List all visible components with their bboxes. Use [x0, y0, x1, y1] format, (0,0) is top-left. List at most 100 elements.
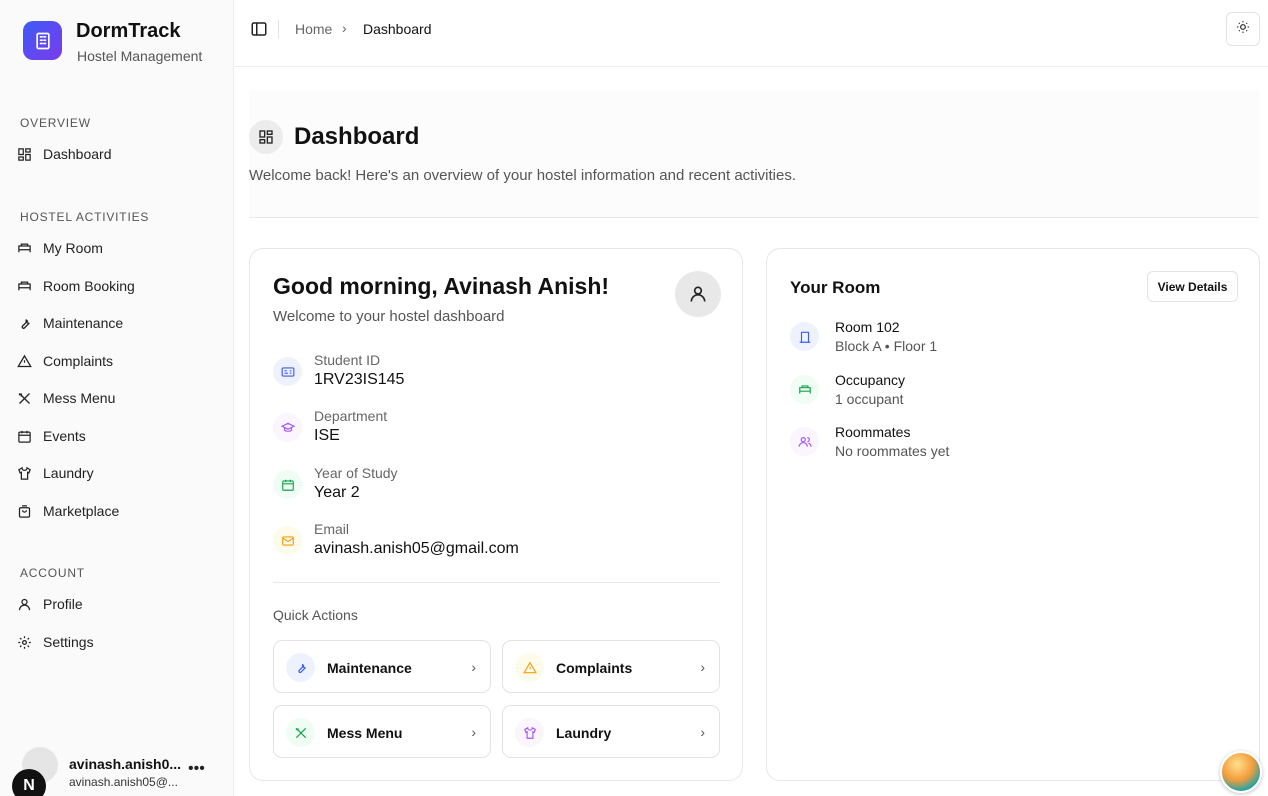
wrench-icon [16, 315, 32, 331]
building-icon [23, 21, 62, 60]
calendar-icon [16, 428, 32, 444]
quick-action-maintenance[interactable]: Maintenance › [273, 640, 491, 693]
sidebar-item-settings[interactable]: Settings [16, 627, 220, 657]
info-label: Department [314, 408, 388, 424]
nextjs-badge[interactable]: N [12, 769, 46, 796]
wrench-icon [286, 653, 315, 682]
info-label: Email [314, 521, 350, 537]
room-info-roommates: Roommates No roommates yet [790, 424, 1230, 464]
section-label-account: ACCOUNT [20, 566, 85, 580]
brand-title: DormTrack [76, 20, 181, 42]
bed-icon [16, 240, 32, 256]
utensils-icon [286, 718, 315, 747]
sidebar: DormTrack Hostel Management OVERVIEW Das… [0, 0, 234, 796]
quick-action-mess-menu[interactable]: Mess Menu › [273, 705, 491, 758]
sidebar-item-maintenance[interactable]: Maintenance [16, 308, 220, 338]
chevron-right-icon: › [471, 659, 476, 675]
sidebar-item-label: Laundry [43, 465, 94, 481]
room-info-occupancy: Occupancy 1 occupant [790, 372, 1230, 412]
user-name: avinash.anish0... [69, 756, 182, 772]
page-header: Dashboard Welcome back! Here's an overvi… [249, 90, 1259, 218]
shirt-icon [515, 718, 544, 747]
info-value: avinash.anish05@gmail.com [314, 540, 519, 557]
breadcrumb-home[interactable]: Home [295, 21, 332, 37]
info-label: Year of Study [314, 465, 398, 481]
dashboard-icon [16, 146, 32, 162]
sidebar-item-label: Profile [43, 596, 83, 612]
sidebar-item-laundry[interactable]: Laundry [16, 458, 220, 488]
user-menu[interactable]: N avinash.anish0... avinash.anish05@... … [0, 736, 234, 796]
theme-toggle-button[interactable] [1226, 12, 1260, 46]
info-value: Year 2 [314, 484, 360, 501]
warning-icon [515, 653, 544, 682]
user-avatar-icon [675, 271, 721, 317]
floating-assistant-button[interactable] [1220, 751, 1262, 793]
sidebar-item-label: Maintenance [43, 315, 124, 331]
quick-action-laundry[interactable]: Laundry › [502, 705, 720, 758]
info-department: Department ISE [273, 408, 713, 448]
room-number: Room 102 [835, 319, 900, 335]
sidebar-item-label: Settings [43, 634, 94, 650]
view-details-button[interactable]: View Details [1147, 271, 1238, 302]
page-subtitle: Welcome back! Here's an overview of your… [249, 167, 797, 184]
id-card-icon [273, 357, 302, 386]
mail-icon [273, 526, 302, 555]
graduation-cap-icon [273, 413, 302, 442]
chevron-right-icon: › [342, 20, 347, 36]
occupancy-label: Occupancy [835, 372, 906, 388]
sidebar-toggle-icon[interactable] [250, 20, 268, 38]
calendar-icon [273, 470, 302, 499]
gear-icon [16, 634, 32, 650]
sidebar-item-room-booking[interactable]: Room Booking [16, 271, 220, 301]
info-year-of-study: Year of Study Year 2 [273, 465, 713, 505]
occupancy-value: 1 occupant [835, 391, 904, 407]
roommates-label: Roommates [835, 424, 911, 440]
room-location: Block A • Floor 1 [835, 338, 938, 354]
shirt-icon [16, 465, 32, 481]
users-icon [790, 427, 819, 456]
info-value: 1RV23IS145 [314, 371, 405, 388]
chevron-right-icon: › [471, 724, 476, 740]
quick-action-label: Mess Menu [327, 725, 403, 741]
sidebar-item-label: Marketplace [43, 503, 120, 519]
bed-icon [790, 375, 819, 404]
brand[interactable]: DormTrack Hostel Management [0, 0, 234, 88]
sidebar-item-my-room[interactable]: My Room [16, 233, 220, 263]
chevron-right-icon: › [700, 724, 705, 740]
divider [278, 20, 279, 38]
quick-action-label: Maintenance [327, 660, 412, 676]
sidebar-item-marketplace[interactable]: Marketplace [16, 496, 220, 526]
sidebar-item-events[interactable]: Events [16, 421, 220, 451]
sun-icon [1236, 20, 1250, 39]
quick-action-label: Laundry [556, 725, 612, 741]
sidebar-item-label: My Room [43, 240, 103, 256]
chevron-right-icon: › [700, 659, 705, 675]
quick-actions-label: Quick Actions [273, 607, 358, 623]
topbar: Home › Dashboard [234, 0, 1268, 67]
room-card: Your Room View Details Room 102 Block A … [766, 248, 1260, 781]
welcome-card: Good morning, Avinash Anish! Welcome to … [249, 248, 743, 781]
sidebar-item-label: Room Booking [43, 278, 135, 294]
warning-icon [16, 353, 32, 369]
quick-action-label: Complaints [556, 660, 633, 676]
greeting: Good morning, Avinash Anish! [273, 273, 610, 299]
user-icon [16, 596, 32, 612]
user-email: avinash.anish05@... [69, 775, 178, 789]
sidebar-item-label: Complaints [43, 353, 114, 369]
sidebar-item-mess-menu[interactable]: Mess Menu [16, 383, 220, 413]
sidebar-item-label: Dashboard [43, 146, 112, 162]
page-title: Dashboard [294, 123, 420, 150]
section-label-overview: OVERVIEW [20, 116, 91, 130]
brand-subtitle: Hostel Management [77, 48, 203, 64]
dashboard-icon [249, 120, 283, 154]
sidebar-item-profile[interactable]: Profile [16, 589, 220, 619]
quick-action-complaints[interactable]: Complaints › [502, 640, 720, 693]
more-icon[interactable]: ••• [188, 760, 205, 778]
sidebar-item-label: Mess Menu [43, 390, 116, 406]
door-icon [790, 322, 819, 351]
sidebar-item-dashboard[interactable]: Dashboard [16, 139, 220, 169]
section-label-hostel-activities: HOSTEL ACTIVITIES [20, 210, 150, 224]
sidebar-item-complaints[interactable]: Complaints [16, 346, 220, 376]
room-card-title: Your Room [790, 278, 881, 297]
sidebar-item-label: Events [43, 428, 86, 444]
